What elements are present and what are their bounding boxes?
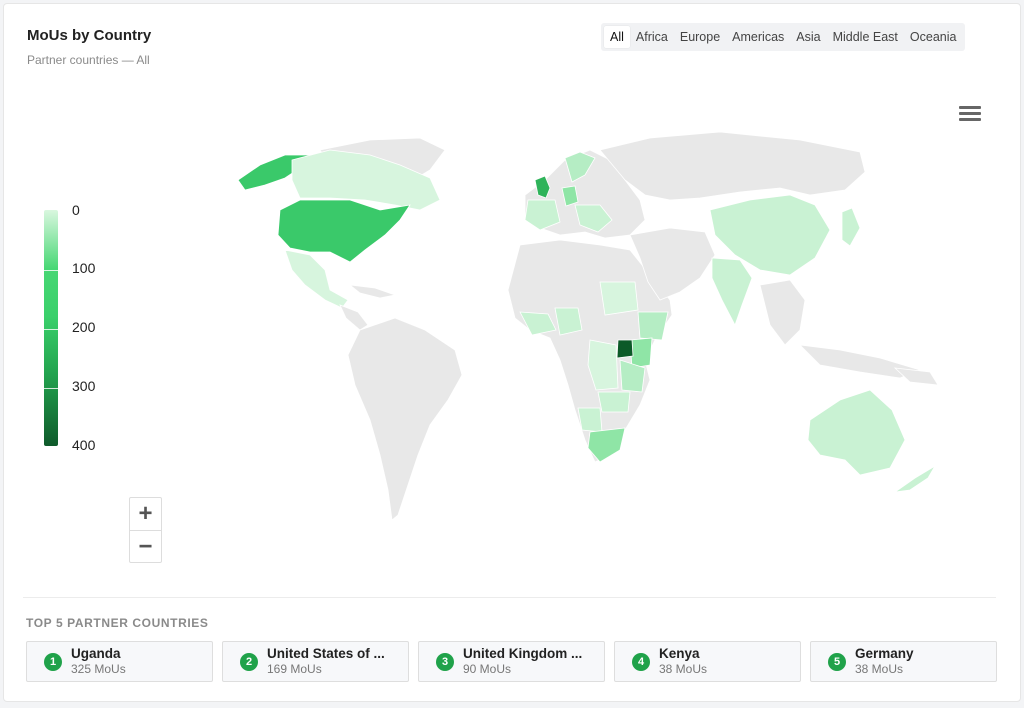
country-ethiopia[interactable] bbox=[637, 311, 669, 341]
country-japan[interactable] bbox=[841, 207, 861, 247]
legend-label-100: 100 bbox=[72, 260, 96, 276]
partner-mou-count: 169 MoUs bbox=[267, 662, 322, 677]
country-kenya[interactable] bbox=[629, 337, 653, 369]
color-legend: 0 100 200 300 400 bbox=[44, 202, 114, 453]
top-partner-card[interactable]: 3 United Kingdom ... 90 MoUs bbox=[418, 641, 605, 682]
legend-tick bbox=[44, 270, 58, 271]
legend-label-200: 200 bbox=[72, 319, 96, 335]
legend-tick bbox=[44, 329, 58, 330]
top-partner-card[interactable]: 2 United States of ... 169 MoUs bbox=[222, 641, 409, 682]
top-partners-list: 1 Uganda 325 MoUs 2 United States of ...… bbox=[26, 641, 997, 683]
legend-label-0: 0 bbox=[72, 202, 80, 218]
rank-badge: 1 bbox=[44, 652, 62, 671]
zoom-in-button[interactable]: + bbox=[130, 498, 161, 530]
partner-name: United States of ... bbox=[267, 646, 385, 662]
zoom-out-button[interactable]: − bbox=[130, 530, 161, 562]
country-zambia[interactable] bbox=[597, 391, 631, 413]
legend-label-300: 300 bbox=[72, 378, 96, 394]
partner-mou-count: 38 MoUs bbox=[659, 662, 708, 677]
rank-badge: 4 bbox=[632, 652, 650, 671]
partner-name: Kenya bbox=[659, 646, 700, 662]
rank-badge: 5 bbox=[828, 652, 846, 671]
partner-name: Uganda bbox=[71, 646, 121, 662]
section-divider bbox=[23, 597, 996, 598]
partner-mou-count: 38 MoUs bbox=[855, 662, 904, 677]
region-central-america[interactable] bbox=[339, 304, 369, 331]
country-mexico[interactable] bbox=[284, 249, 349, 309]
rank-badge: 3 bbox=[436, 652, 454, 671]
top-partners-title: TOP 5 PARTNER COUNTRIES bbox=[26, 616, 209, 630]
region-south-america[interactable] bbox=[347, 317, 463, 521]
partner-mou-count: 325 MoUs bbox=[71, 662, 126, 677]
partner-name: Germany bbox=[855, 646, 914, 662]
region-southeast-asia[interactable] bbox=[759, 279, 806, 346]
country-india[interactable] bbox=[711, 257, 753, 327]
partner-mou-count: 90 MoUs bbox=[463, 662, 512, 677]
legend-tick bbox=[44, 388, 58, 389]
top-partner-card[interactable]: 4 Kenya 38 MoUs bbox=[614, 641, 801, 682]
partner-name: United Kingdom ... bbox=[463, 646, 583, 662]
region-caribbean[interactable] bbox=[348, 284, 397, 299]
zoom-controls: + − bbox=[129, 497, 162, 563]
top-partner-card[interactable]: 5 Germany 38 MoUs bbox=[810, 641, 997, 682]
legend-label-400: 400 bbox=[72, 437, 96, 453]
country-sudan[interactable] bbox=[599, 281, 639, 316]
country-uganda[interactable] bbox=[616, 339, 634, 359]
country-new-zealand[interactable] bbox=[894, 465, 936, 493]
legend-gradient-bar bbox=[44, 210, 58, 446]
top-partner-card[interactable]: 1 Uganda 325 MoUs bbox=[26, 641, 213, 682]
country-australia[interactable] bbox=[807, 389, 906, 476]
rank-badge: 2 bbox=[240, 652, 258, 671]
country-russia[interactable] bbox=[599, 131, 866, 201]
country-southern-africa[interactable] bbox=[577, 407, 603, 433]
country-nigeria[interactable] bbox=[554, 307, 583, 336]
